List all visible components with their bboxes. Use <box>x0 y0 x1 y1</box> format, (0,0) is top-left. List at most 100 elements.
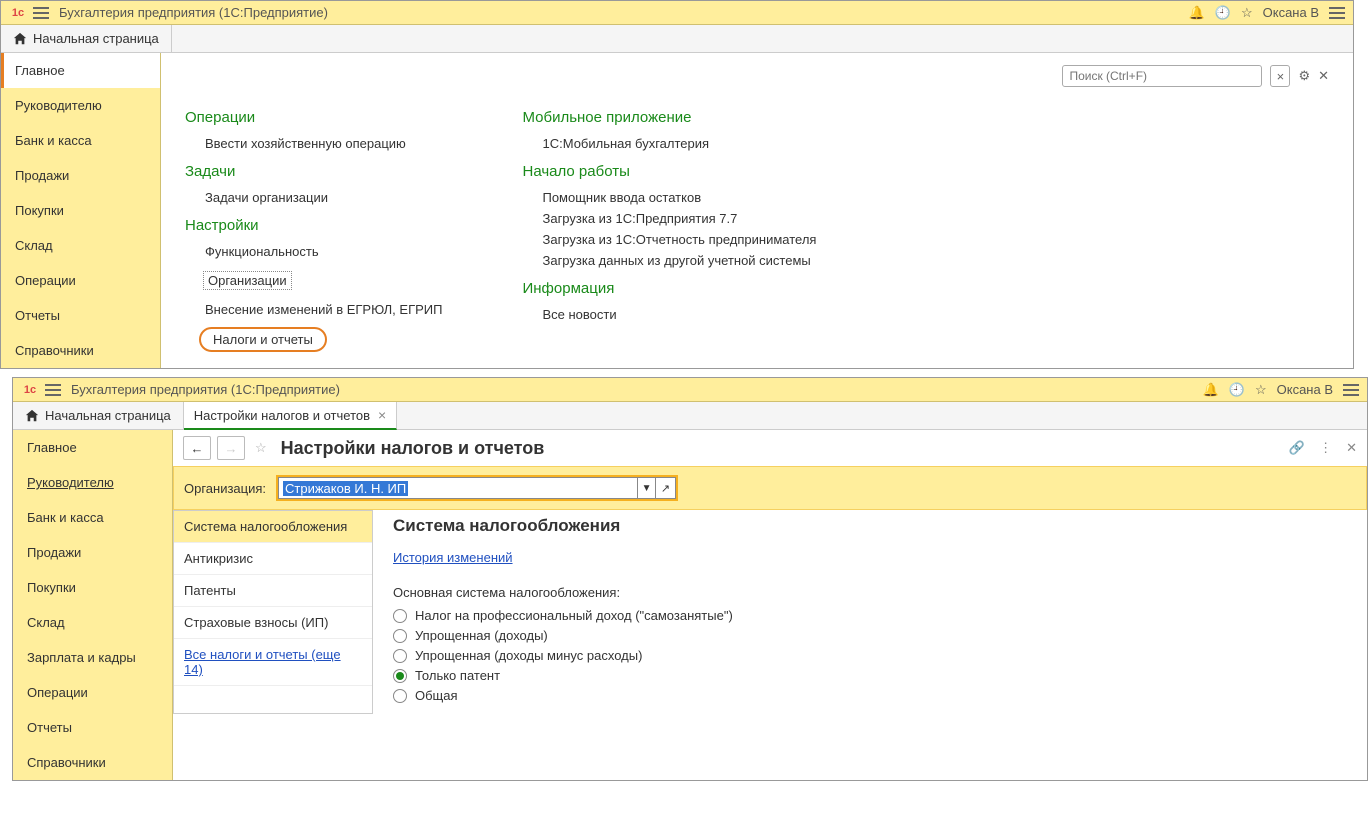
app-title: Бухгалтерия предприятия (1С:Предприятие) <box>59 5 1189 20</box>
settings-category-list: Система налогообложенияАнтикризисПатенты… <box>173 510 373 714</box>
sidebar-item[interactable]: Покупки <box>13 570 172 605</box>
tax-system-radio[interactable]: Упрощенная (доходы) <box>393 628 1347 643</box>
organization-bar: Организация: Стрижаков И. Н. ИП ▼ ↗ <box>173 466 1367 510</box>
radio-icon <box>393 669 407 683</box>
link-load-77[interactable]: Загрузка из 1С:Предприятия 7.7 <box>542 211 816 226</box>
tax-system-radio[interactable]: Упрощенная (доходы минус расходы) <box>393 648 1347 663</box>
logo-1c: 1c <box>9 4 27 22</box>
sidebar-item[interactable]: Главное <box>1 53 160 88</box>
star-icon[interactable]: ☆ <box>1241 5 1253 21</box>
sidebar-item[interactable]: Руководителю <box>1 88 160 123</box>
organization-select[interactable]: Стрижаков И. Н. ИП ▼ ↗ <box>276 475 678 501</box>
sidebar-item[interactable]: Склад <box>13 605 172 640</box>
category-tab[interactable]: Патенты <box>174 575 372 607</box>
sidebar-item[interactable]: Банк и касса <box>1 123 160 158</box>
close-icon[interactable]: ✕ <box>1318 68 1329 84</box>
tab-home[interactable]: Начальная страница <box>13 402 184 429</box>
section-settings[interactable]: Настройки <box>185 217 442 234</box>
radio-icon <box>393 689 407 703</box>
link-load-reporting[interactable]: Загрузка из 1С:Отчетность предпринимател… <box>542 232 816 247</box>
titlebar: 1c Бухгалтерия предприятия (1С:Предприят… <box>1 1 1353 25</box>
search-clear[interactable]: × <box>1270 65 1290 87</box>
radio-label: Общая <box>415 688 458 703</box>
bell-icon[interactable]: 🔔 <box>1189 5 1205 21</box>
link-organizations[interactable]: Организации <box>203 271 292 290</box>
sidebar-item[interactable]: Отчеты <box>1 298 160 333</box>
tab-tax-settings[interactable]: Настройки налогов и отчетов × <box>184 402 397 430</box>
tab-home[interactable]: Начальная страница <box>1 25 172 52</box>
section-operations[interactable]: Операции <box>185 109 442 126</box>
organization-value: Стрижаков И. Н. ИП <box>283 481 408 496</box>
home-icon <box>25 409 39 423</box>
category-tab[interactable]: Страховые взносы (ИП) <box>174 607 372 639</box>
link-taxes-reports-circled[interactable]: Налоги и отчеты <box>199 327 327 352</box>
all-taxes-link[interactable]: Все налоги и отчеты (еще 14) <box>174 639 372 686</box>
dropdown-icon[interactable]: ▼ <box>638 477 656 499</box>
search-input[interactable] <box>1069 69 1255 83</box>
app-title: Бухгалтерия предприятия (1С:Предприятие) <box>71 382 1203 397</box>
pane-title: Система налогообложения <box>393 516 1347 536</box>
tab-close-icon[interactable]: × <box>378 407 386 423</box>
gear-icon[interactable]: ⚙ <box>1298 68 1310 84</box>
column-2: Мобильное приложение 1С:Мобильная бухгал… <box>522 97 816 356</box>
menu-icon[interactable] <box>45 384 61 396</box>
tax-system-radio[interactable]: Общая <box>393 688 1347 703</box>
settings-menu-icon[interactable] <box>1329 7 1345 19</box>
sidebar-item[interactable]: Главное <box>13 430 172 465</box>
section-tasks[interactable]: Задачи <box>185 163 442 180</box>
star-icon[interactable]: ☆ <box>1255 382 1267 398</box>
sidebar-item[interactable]: Операции <box>1 263 160 298</box>
link-load-other[interactable]: Загрузка данных из другой учетной систем… <box>542 253 816 268</box>
sidebar-item[interactable]: Продажи <box>13 535 172 570</box>
sidebar-item[interactable]: Склад <box>1 228 160 263</box>
logo-1c: 1c <box>21 381 39 399</box>
category-tab[interactable]: Антикризис <box>174 543 372 575</box>
back-button[interactable]: ← <box>183 436 211 460</box>
close-icon[interactable]: ✕ <box>1346 440 1357 456</box>
forward-button: → <box>217 436 245 460</box>
radio-label: Упрощенная (доходы минус расходы) <box>415 648 642 663</box>
link-egrul[interactable]: Внесение изменений в ЕГРЮЛ, ЕГРИП <box>205 302 442 317</box>
more-icon[interactable]: ⋮ <box>1319 440 1332 456</box>
bell-icon[interactable]: 🔔 <box>1203 382 1219 398</box>
history-icon[interactable]: 🕘 <box>1215 5 1231 21</box>
sidebar: ГлавноеРуководителюБанк и кассаПродажиПо… <box>13 430 173 780</box>
sidebar-item[interactable]: Операции <box>13 675 172 710</box>
radio-icon <box>393 649 407 663</box>
open-external-icon[interactable]: ↗ <box>656 477 676 499</box>
sidebar-item[interactable]: Справочники <box>13 745 172 780</box>
section-info[interactable]: Информация <box>522 280 816 297</box>
link-functionality[interactable]: Функциональность <box>205 244 442 259</box>
tax-system-radio[interactable]: Налог на профессиональный доход ("самоза… <box>393 608 1347 623</box>
link-balance-helper[interactable]: Помощник ввода остатков <box>542 190 816 205</box>
link-icon[interactable]: 🔗 <box>1289 440 1305 456</box>
window-1: 1c Бухгалтерия предприятия (1С:Предприят… <box>0 0 1354 369</box>
link-mobile-accounting[interactable]: 1С:Мобильная бухгалтерия <box>542 136 816 151</box>
sidebar-item[interactable]: Продажи <box>1 158 160 193</box>
sidebar-item[interactable]: Покупки <box>1 193 160 228</box>
main-panel: × ⚙ ✕ Операции Ввести хозяйственную опер… <box>161 53 1353 368</box>
search-box[interactable] <box>1062 65 1262 87</box>
category-tab[interactable]: Система налогообложения <box>174 511 372 543</box>
history-icon[interactable]: 🕘 <box>1229 382 1245 398</box>
user-name[interactable]: Оксана В <box>1277 382 1333 397</box>
tax-system-radio[interactable]: Только патент <box>393 668 1347 683</box>
tab-home-label: Начальная страница <box>45 408 171 423</box>
sidebar-item[interactable]: Банк и касса <box>13 500 172 535</box>
radio-label: Упрощенная (доходы) <box>415 628 548 643</box>
section-start[interactable]: Начало работы <box>522 163 816 180</box>
favorite-star-icon[interactable]: ☆ <box>255 440 267 456</box>
menu-icon[interactable] <box>33 7 49 19</box>
sidebar-item[interactable]: Отчеты <box>13 710 172 745</box>
section-mobile[interactable]: Мобильное приложение <box>522 109 816 126</box>
link-enter-operation[interactable]: Ввести хозяйственную операцию <box>205 136 442 151</box>
history-link[interactable]: История изменений <box>393 550 513 565</box>
sidebar-item[interactable]: Зарплата и кадры <box>13 640 172 675</box>
settings-menu-icon[interactable] <box>1343 384 1359 396</box>
link-org-tasks[interactable]: Задачи организации <box>205 190 442 205</box>
user-name[interactable]: Оксана В <box>1263 5 1319 20</box>
sidebar-item[interactable]: Руководителю <box>13 465 172 500</box>
link-all-news[interactable]: Все новости <box>542 307 816 322</box>
settings-content-pane: Система налогообложения История изменени… <box>373 510 1367 714</box>
sidebar-item[interactable]: Справочники <box>1 333 160 368</box>
